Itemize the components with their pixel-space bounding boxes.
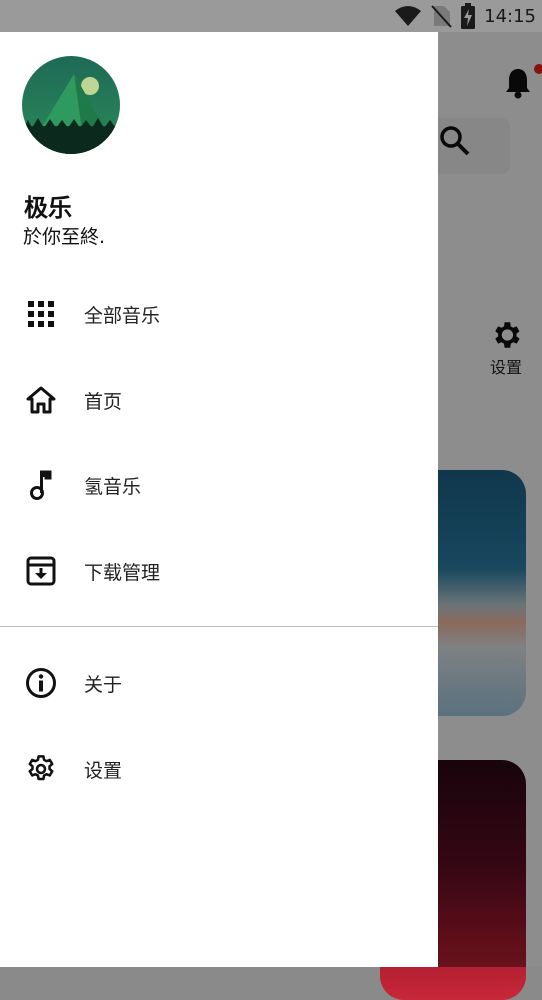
status-bar: 14:15 [0, 0, 542, 32]
user-tagline: 於你至終. [23, 226, 106, 248]
drawer-item-label: 设置 [84, 759, 123, 782]
drawer-item-all-music[interactable]: 全部音乐 [0, 272, 438, 356]
info-icon [24, 666, 58, 700]
drawer-item-label: 关于 [84, 673, 123, 696]
drawer-item-label: 首页 [84, 390, 123, 413]
home-icon [24, 383, 58, 417]
status-time: 14:15 [484, 5, 536, 27]
drawer-item-label: 全部音乐 [84, 304, 161, 327]
drawer-item-about[interactable]: 关于 [0, 641, 438, 725]
drawer-item-downloads[interactable]: 下载管理 [0, 529, 438, 613]
download-archive-icon [24, 554, 58, 588]
avatar[interactable] [22, 56, 120, 154]
music-note-icon [24, 468, 58, 502]
wifi-icon [394, 5, 422, 27]
navigation-drawer: 极乐 於你至終. 全部音乐 首页 氢音乐 下载管理 关于 设置 [0, 32, 438, 967]
drawer-item-label: 氢音乐 [84, 475, 142, 498]
drawer-item-settings[interactable]: 设置 [0, 727, 438, 811]
battery-charging-icon [460, 3, 476, 29]
drawer-item-qing-music[interactable]: 氢音乐 [0, 443, 438, 527]
grid-icon [24, 297, 58, 331]
drawer-item-home[interactable]: 首页 [0, 358, 438, 442]
gear-icon [24, 752, 58, 786]
drawer-divider [0, 626, 438, 627]
user-name: 极乐 [24, 194, 72, 222]
drawer-item-label: 下载管理 [84, 561, 161, 584]
no-sim-icon [430, 4, 452, 28]
